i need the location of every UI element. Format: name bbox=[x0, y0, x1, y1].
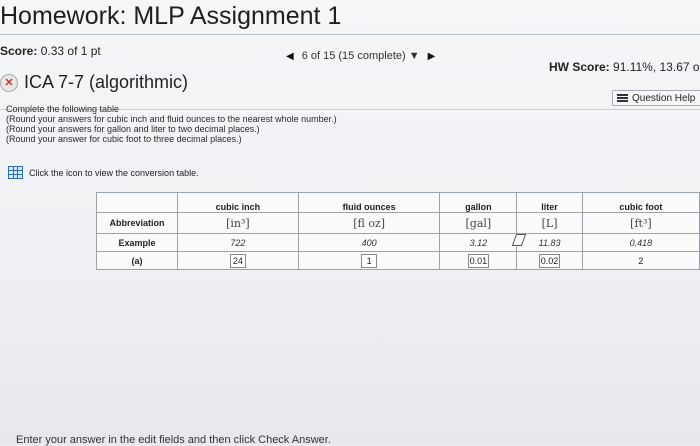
instruction-line: (Round your answer for cubic foot to thr… bbox=[6, 134, 242, 144]
example-value: 722 bbox=[177, 233, 299, 252]
table-header-cell: gallon bbox=[439, 192, 518, 213]
next-question-icon[interactable]: ▶ bbox=[428, 51, 436, 62]
abbreviation-row: Abbreviation [in³] [fl oz] [gal] [L] [ft… bbox=[96, 212, 700, 234]
abbreviation-cell: [fl oz] bbox=[297, 212, 441, 234]
example-row: Example 722 400 3.12 11.83 0.418 bbox=[96, 233, 700, 252]
score-display: Score: 0.33 of 1 pt bbox=[0, 44, 101, 58]
abbreviation-cell: [gal] bbox=[439, 212, 518, 234]
answer-cell: 1 bbox=[297, 251, 441, 270]
answer-field[interactable]: 24 bbox=[229, 253, 246, 268]
footer-hint: Enter your answer in the edit fields and… bbox=[16, 434, 331, 446]
answer-field[interactable]: 0.01 bbox=[467, 253, 490, 268]
abbreviation-cell: [in³] bbox=[177, 212, 299, 234]
row-label: (a) bbox=[96, 251, 178, 270]
table-header-cell: fluid ounces bbox=[297, 192, 441, 213]
example-value: 400 bbox=[297, 233, 441, 252]
page-title: Homework: MLP Assignment 1 bbox=[0, 2, 342, 30]
abbreviation-cell: [ft³] bbox=[581, 212, 700, 234]
prev-question-icon[interactable]: ◀ bbox=[286, 51, 294, 62]
table-header-row: cubic inch fluid ounces gallon liter cub… bbox=[96, 192, 700, 213]
score-label: Score: bbox=[0, 44, 38, 58]
instruction-line: (Round your answers for gallon and liter… bbox=[6, 124, 260, 134]
question-navigator: ◀ 6 of 15 (15 complete) ▼ ▶ bbox=[286, 50, 435, 62]
row-label: Abbreviation bbox=[96, 212, 178, 234]
table-header-cell: cubic inch bbox=[177, 192, 299, 213]
score-value: 0.33 of 1 pt bbox=[40, 44, 101, 58]
dropdown-arrow-icon: ▼ bbox=[408, 50, 420, 62]
question-help-label: Question Help bbox=[632, 92, 696, 104]
example-value: 11.83 bbox=[516, 233, 583, 252]
conversion-table: cubic inch fluid ounces gallon liter cub… bbox=[96, 192, 700, 270]
unit-symbol: [fl oz] bbox=[353, 216, 386, 230]
list-icon bbox=[617, 94, 628, 102]
instruction-line: Complete the following table bbox=[6, 104, 120, 114]
row-label: Example bbox=[96, 233, 178, 252]
table-header-cell: cubic foot bbox=[581, 192, 700, 213]
question-header: ✕ ICA 7-7 (algorithmic) bbox=[0, 72, 188, 93]
answer-field[interactable]: 1 bbox=[361, 253, 378, 268]
answer-value[interactable]: 2 bbox=[638, 256, 643, 266]
unit-symbol: [L] bbox=[541, 216, 558, 230]
answer-cell: 0.02 bbox=[516, 251, 583, 270]
answer-row-a: (a) 24 1 0.01 0.02 2 bbox=[96, 251, 700, 270]
conversion-link-text: Click the icon to view the conversion ta… bbox=[29, 167, 199, 178]
unit-symbol: [gal] bbox=[465, 216, 492, 230]
table-header-cell bbox=[96, 192, 178, 213]
question-progress-text: 6 of 15 (15 complete) bbox=[301, 50, 406, 62]
incorrect-mark-icon: ✕ bbox=[0, 73, 18, 92]
instructions: Complete the following table (Round your… bbox=[6, 104, 337, 144]
example-value: 3.12 bbox=[439, 233, 518, 252]
question-help-button[interactable]: Question Help bbox=[612, 90, 700, 106]
question-progress-dropdown[interactable]: 6 of 15 (15 complete) ▼ bbox=[302, 50, 420, 62]
unit-symbol: [in³] bbox=[226, 216, 250, 230]
answer-field[interactable]: 0.02 bbox=[538, 253, 561, 268]
table-icon[interactable] bbox=[8, 166, 23, 179]
header-rule bbox=[0, 34, 700, 35]
hw-score-value: 91.11%, 13.67 o bbox=[613, 60, 700, 74]
unit-symbol: [ft³] bbox=[630, 216, 652, 230]
hw-score-display: HW Score: 91.11%, 13.67 o bbox=[549, 60, 700, 74]
homework-page: Homework: MLP Assignment 1 Score: 0.33 o… bbox=[0, 0, 700, 446]
abbreviation-cell: [L] bbox=[516, 212, 583, 234]
hw-score-label: HW Score: bbox=[549, 60, 610, 74]
answer-cell: 2 bbox=[581, 251, 700, 270]
example-value: 0.418 bbox=[581, 233, 700, 252]
instruction-line: (Round your answers for cubic inch and f… bbox=[6, 114, 337, 124]
answer-cell: 0.01 bbox=[439, 251, 518, 270]
table-header-cell: liter bbox=[516, 192, 583, 213]
answer-cell: 24 bbox=[177, 251, 299, 270]
conversion-table-link[interactable]: Click the icon to view the conversion ta… bbox=[8, 166, 199, 179]
question-name: ICA 7-7 (algorithmic) bbox=[24, 72, 189, 92]
